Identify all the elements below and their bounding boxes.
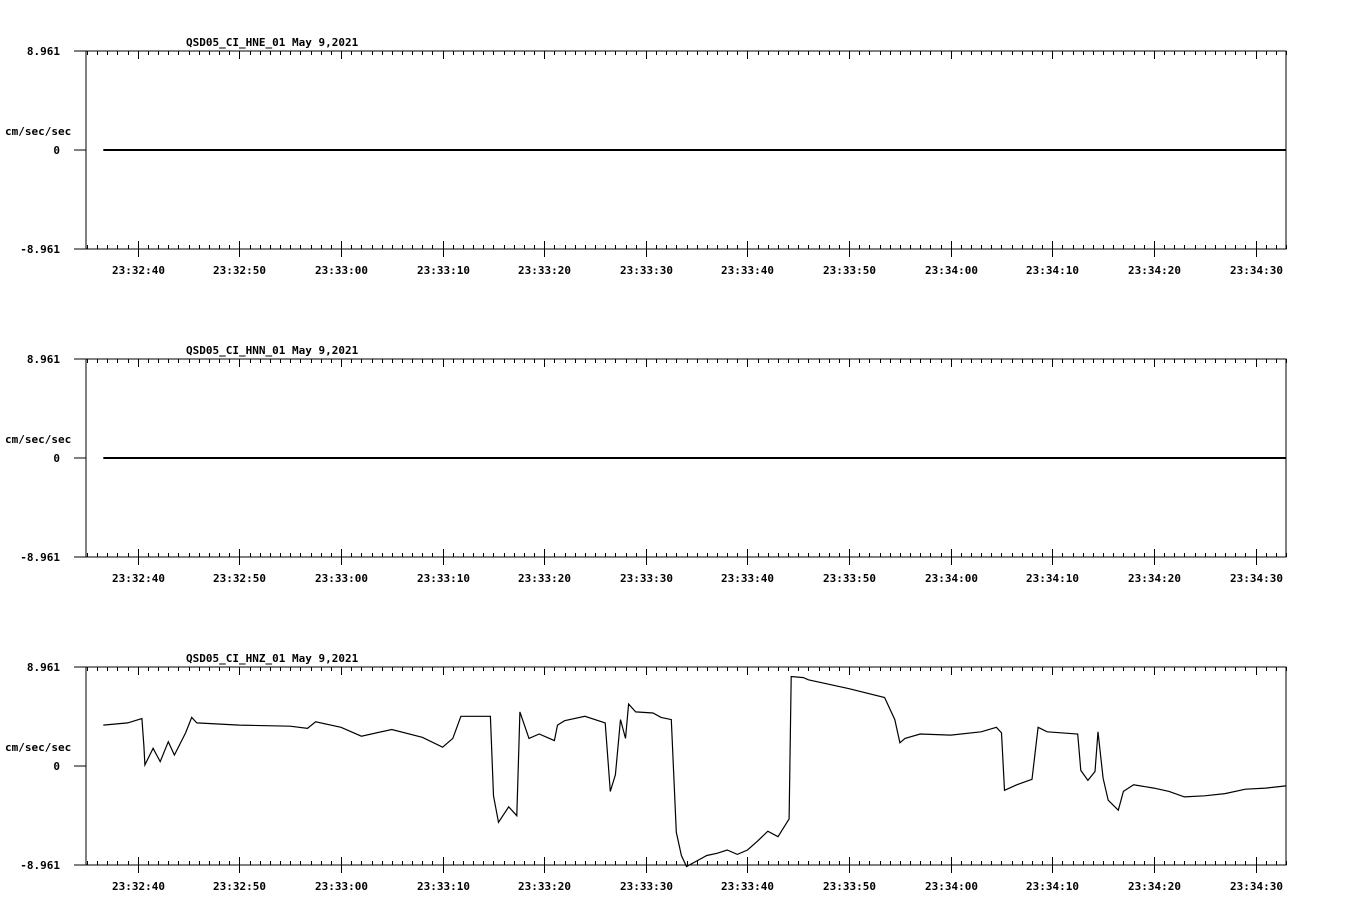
seismogram-figure: QSD05_CI_HNE_01 May 9,2021 cm/sec/sec 8.96… [0,0,1358,924]
x-tick-label: 23:33:00 [315,264,368,277]
x-tick-label: 23:32:50 [213,880,266,893]
x-tick-label: 23:34:20 [1128,572,1181,585]
x-tick-label: 23:34:10 [1026,880,1079,893]
x-tick-label: 23:33:20 [518,880,571,893]
y-tick-label: 8.961 [27,45,60,58]
x-tick-label: 23:33:40 [721,572,774,585]
waveform-trace [103,677,1286,867]
x-tick-label: 23:32:40 [112,264,165,277]
x-tick-label: 23:34:20 [1128,880,1181,893]
x-tick-label: 23:34:30 [1230,572,1283,585]
y-axis-label: cm/sec/sec [5,125,71,138]
x-tick-label: 23:33:10 [417,880,470,893]
x-tick-label: 23:33:20 [518,572,571,585]
x-tick-label: 23:33:20 [518,264,571,277]
plot-frame [86,667,1286,865]
x-tick-label: 23:34:30 [1230,880,1283,893]
x-tick-label: 23:33:50 [823,572,876,585]
y-axis-label: cm/sec/sec [5,741,71,754]
x-tick-label: 23:33:10 [417,572,470,585]
x-tick-label: 23:34:00 [925,880,978,893]
x-tick-label: 23:32:50 [213,572,266,585]
x-tick-label: 23:33:10 [417,264,470,277]
x-tick-label: 23:33:40 [721,880,774,893]
x-tick-label: 23:34:30 [1230,264,1283,277]
x-tick-label: 23:34:00 [925,264,978,277]
y-tick-label: 8.961 [27,353,60,366]
panel-title: QSD05_CI_HNE_01 May 9,2021 [186,36,359,49]
x-tick-label: 23:33:00 [315,572,368,585]
x-tick-label: 23:32:40 [112,880,165,893]
y-tick-label: -8.961 [20,859,60,872]
y-tick-label: 0 [53,452,60,465]
x-tick-label: 23:34:00 [925,572,978,585]
panel-1: QSD05_CI_HNE_01 May 9,2021 cm/sec/sec 8.96… [5,36,1287,277]
x-tick-label: 23:32:50 [213,264,266,277]
x-tick-label: 23:33:30 [620,264,673,277]
x-tick-label: 23:33:50 [823,264,876,277]
x-tick-label: 23:33:00 [315,880,368,893]
x-tick-label: 23:34:10 [1026,572,1079,585]
y-tick-label: 8.961 [27,661,60,674]
x-tick-label: 23:33:50 [823,880,876,893]
x-tick-label: 23:34:20 [1128,264,1181,277]
x-tick-label: 23:33:30 [620,880,673,893]
x-tick-label: 23:33:40 [721,264,774,277]
panel-title: QSD05_CI_HNN_01 May 9,2021 [186,344,359,357]
y-tick-label: -8.961 [20,243,60,256]
y-tick-label: 0 [53,144,60,157]
y-tick-label: -8.961 [20,551,60,564]
y-tick-label: 0 [53,760,60,773]
x-tick-label: 23:33:30 [620,572,673,585]
x-tick-label: 23:34:10 [1026,264,1079,277]
panel-2: QSD05_CI_HNN_01 May 9,2021 cm/sec/sec 8.96… [5,344,1287,585]
y-axis-label: cm/sec/sec [5,433,71,446]
x-tick-label: 23:32:40 [112,572,165,585]
panel-3: QSD05_CI_HNZ_01 May 9,2021 cm/sec/sec 8.96… [5,652,1287,893]
panel-title: QSD05_CI_HNZ_01 May 9,2021 [186,652,359,665]
